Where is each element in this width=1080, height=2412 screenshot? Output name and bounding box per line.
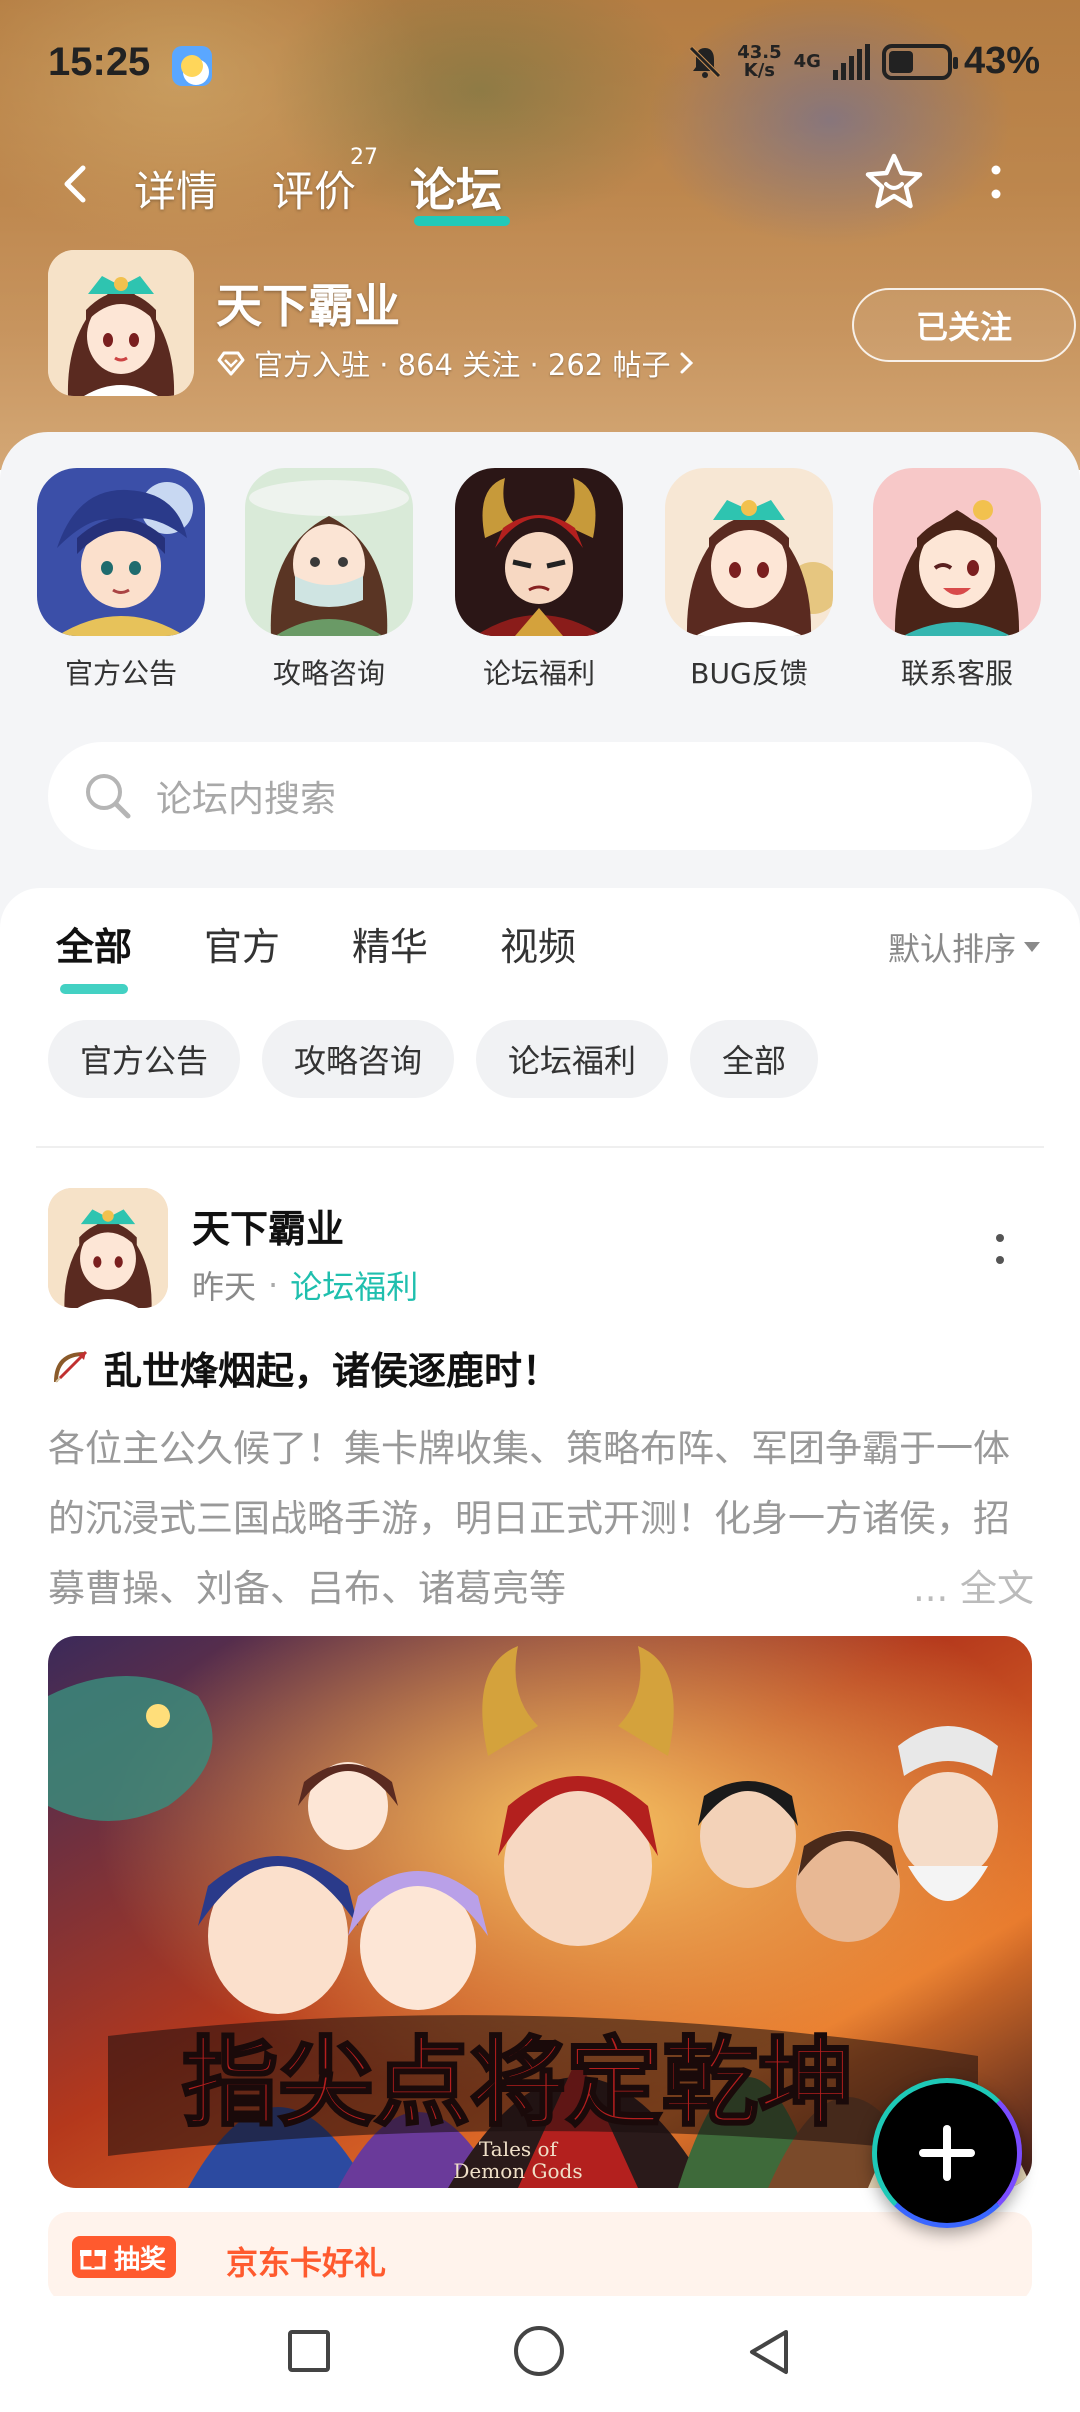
tab-reviews[interactable]: 评价	[272, 158, 356, 219]
bow-arrow-icon	[54, 1350, 88, 1383]
status-bar: 15:25 43.5 K/s 4G 43%	[0, 0, 1080, 130]
chip-official-notice[interactable]: 官方公告	[48, 1020, 241, 1098]
post-author-avatar[interactable]	[48, 1188, 168, 1308]
mute-bell-icon	[689, 45, 721, 78]
feed-tab-official[interactable]: 官方	[204, 916, 280, 986]
post-image[interactable]: 指尖点将定乾坤 Tales of Demon Gods	[48, 1636, 1032, 2188]
favorite-star-icon[interactable]	[862, 150, 926, 214]
board-chips: 官方公告 攻略咨询 论坛福利 全部	[48, 1020, 819, 1098]
chip-forum-benefits[interactable]: 论坛福利	[476, 1020, 669, 1098]
post-image-subcaption-1: Tales of	[479, 2137, 559, 2161]
game-icon[interactable]	[48, 250, 194, 396]
shortcut-customer-service[interactable]: 联系客服	[872, 468, 1042, 692]
shortcut-label: 论坛福利	[482, 657, 595, 690]
game-info: 天下霸业 官方入驻 · 864 关注 · 262 帖子 已关注	[48, 250, 1076, 400]
shortcut-label: 联系客服	[900, 657, 1013, 690]
follow-button[interactable]: 已关注	[852, 288, 1076, 362]
post-meta: 昨天 · 论坛福利	[192, 1262, 418, 1308]
sort-label: 默认排序	[887, 930, 1016, 968]
sort-dropdown[interactable]: 默认排序	[888, 924, 1040, 970]
gift-icon	[80, 2250, 106, 2270]
net-speed: 43.5 K/s	[737, 41, 782, 81]
shortcut-bug-report[interactable]: BUG反馈	[664, 468, 834, 692]
post-image-caption: 指尖点将定乾坤	[182, 2026, 854, 2139]
forum-shortcuts: 官方公告 攻略咨询 论坛福利 BUG反馈 联系客服	[0, 468, 1080, 698]
divider	[36, 1146, 1044, 1148]
post-title[interactable]: 乱世烽烟起，诸侯逐鹿时！	[48, 1340, 560, 1395]
feed-tab-featured[interactable]: 精华	[352, 916, 428, 986]
back-triangle-icon[interactable]	[744, 2326, 794, 2378]
search-icon	[86, 774, 131, 819]
post-body[interactable]: 各位主公久候了！集卡牌收集、策略布阵、军团争霸于一体的沉浸式三国战略手游，明日正…	[48, 1414, 1034, 1624]
tab-details[interactable]: 详情	[134, 158, 218, 219]
weather-icon	[172, 46, 212, 86]
chip-all[interactable]: 全部	[690, 1020, 819, 1098]
game-title: 天下霸业	[216, 279, 400, 333]
separator-dot: ·	[268, 1266, 279, 1304]
reviews-count-badge: 27	[350, 145, 378, 170]
system-nav-bar	[0, 2296, 1080, 2412]
verified-diamond-icon	[217, 351, 245, 376]
lottery-banner[interactable]: 抽奖 京东卡好礼	[48, 2212, 1032, 2302]
chevron-right-icon	[680, 352, 694, 374]
top-nav: 详情 评价 27 论坛	[0, 140, 1080, 230]
post-time: 昨天	[192, 1268, 257, 1306]
game-meta[interactable]: 官方入驻 · 864 关注 · 262 帖子	[216, 342, 696, 384]
lottery-tag: 抽奖	[72, 2236, 177, 2278]
post-board-link[interactable]: 论坛福利	[290, 1262, 418, 1308]
signal-icon	[832, 43, 870, 80]
post-more-icon[interactable]	[990, 1230, 1010, 1270]
shortcut-label: BUG反馈	[690, 657, 808, 690]
shortcut-label: 攻略咨询	[272, 657, 385, 690]
game-meta-text: 官方入驻 · 864 关注 · 262 帖子	[254, 348, 671, 382]
chip-strategy[interactable]: 攻略咨询	[262, 1020, 455, 1098]
princess-avatar-icon	[665, 468, 833, 636]
feed-tab-video[interactable]: 视频	[500, 916, 576, 986]
shortcut-strategy[interactable]: 攻略咨询	[244, 468, 414, 692]
lottery-tag-text: 抽奖	[114, 2244, 167, 2275]
battery-percent: 43%	[963, 40, 1040, 82]
red-armored-general-avatar-icon	[455, 468, 623, 636]
recent-apps-icon[interactable]	[288, 2330, 330, 2372]
caret-down-icon	[1024, 942, 1040, 952]
post-author-name[interactable]: 天下霸业	[192, 1198, 344, 1253]
more-menu-icon[interactable]	[978, 160, 1014, 208]
blue-warrior-avatar-icon	[37, 468, 205, 636]
feed-tab-all[interactable]: 全部	[56, 916, 132, 994]
forum-search-bar[interactable]: 论坛内搜索	[48, 742, 1032, 850]
new-post-button[interactable]	[872, 2078, 1022, 2228]
back-arrow-icon[interactable]	[55, 162, 99, 206]
shortcut-label: 官方公告	[64, 657, 177, 690]
active-tab-indicator	[414, 216, 510, 226]
full-text-link[interactable]: ... 全文	[852, 1554, 1034, 1624]
feed-tabs: 全部 官方 精华 视频	[56, 916, 576, 994]
home-icon[interactable]	[514, 2326, 564, 2376]
post-title-text: 乱世烽烟起，诸侯逐鹿时！	[104, 1349, 561, 1393]
post-image-subcaption-2: Demon Gods	[453, 2159, 582, 2183]
lottery-text: 京东卡好礼	[226, 2244, 387, 2282]
smiling-lady-avatar-icon	[873, 468, 1041, 636]
battery-icon	[881, 43, 958, 80]
status-time: 15:25	[48, 40, 151, 84]
network-type: 4G	[793, 51, 821, 72]
tab-forum[interactable]: 论坛	[410, 154, 502, 220]
search-placeholder: 论坛内搜索	[156, 779, 337, 820]
plus-icon-vertical	[943, 2125, 951, 2181]
shortcut-official-notice[interactable]: 官方公告	[36, 468, 206, 692]
shortcut-forum-benefits[interactable]: 论坛福利	[454, 468, 624, 692]
masked-lady-avatar-icon	[245, 468, 413, 636]
